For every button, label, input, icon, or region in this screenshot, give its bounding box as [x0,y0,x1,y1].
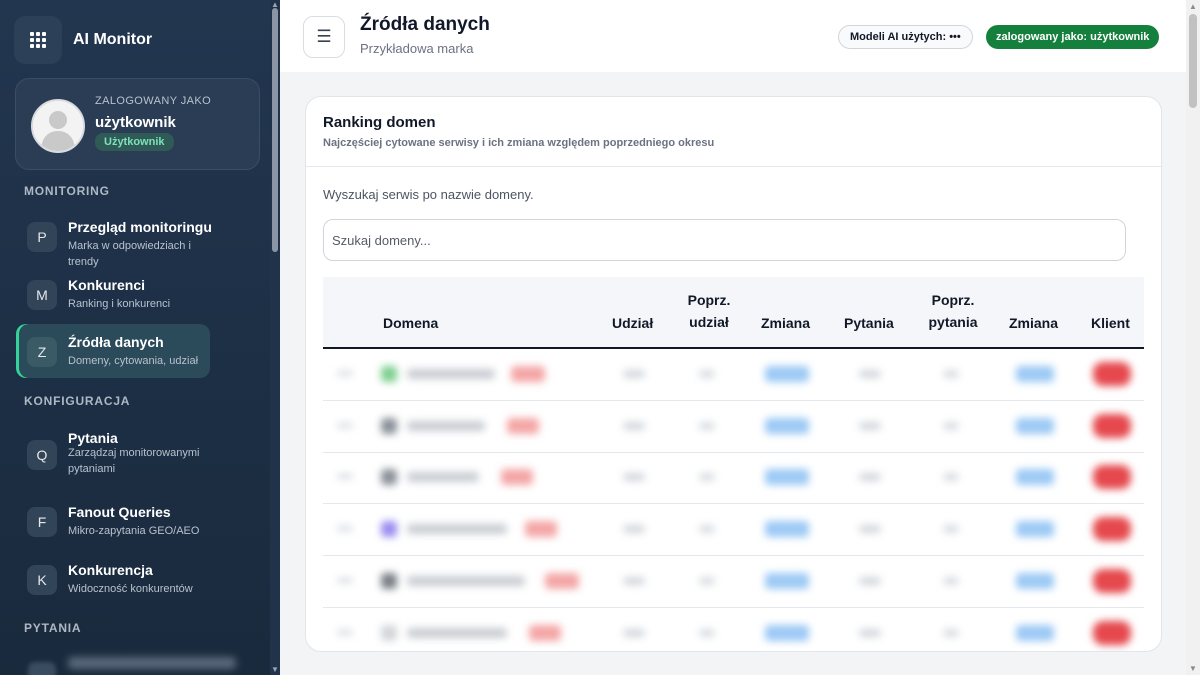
hamburger-icon: ☰ [316,27,332,46]
col-prev-questions-line2: pytania [928,314,978,330]
sidebar-item-questions[interactable]: Q Pytania Zarządzaj monitorowanymi pytan… [16,418,210,482]
col-prev-share-line2: udział [689,314,729,330]
section-monitoring: MONITORING [24,184,110,198]
page-title: Źródła danych [360,14,490,35]
sidebar-scroll-thumb[interactable] [272,8,278,252]
table-row[interactable] [323,401,1144,453]
sidebar-item-subtitle: Ranking i konkurenci [68,298,171,310]
domain-search-input[interactable] [323,219,1126,261]
blurred-nav-badge [28,662,56,675]
nav-badge: M [27,280,57,310]
nav-badge: P [27,222,57,252]
nav-badge: K [27,565,57,595]
col-prev-questions-line1: Poprz. [931,292,975,308]
table-row[interactable] [323,452,1144,504]
sidebar: AI Monitor ZALOGOWANY JAKO użytkownik Uż… [0,0,280,675]
user-silhouette-icon [33,101,83,151]
user-role-badge: Użytkownik [95,133,174,151]
apps-grid-icon[interactable] [15,17,61,63]
table-row[interactable] [323,608,1144,651]
sidebar-item-subtitle: Domeny, cytowania, udział [68,355,199,367]
scroll-up-icon[interactable]: ▲ [1189,2,1197,11]
section-questions: PYTANIA [24,621,82,635]
user-name: użytkownik [95,114,176,131]
card-subtitle: Najczęściej cytowane serwisy i ich zmian… [323,137,715,149]
sidebar-item-overview[interactable]: P Przegląd monitoringu Marka w odpowiedz… [16,209,212,268]
col-client[interactable]: Klient [1091,312,1130,334]
table-row[interactable] [323,504,1144,556]
domain-ranking-card: Ranking domen Najczęściej cytowane serwi… [305,96,1162,652]
sidebar-item-competitors[interactable]: M Konkurenci Ranking i konkurenci [16,267,210,321]
divider [306,166,1161,167]
scroll-down-icon[interactable]: ▼ [1189,664,1197,673]
scroll-up-icon[interactable]: ▲ [271,1,279,9]
col-change[interactable]: Zmiana [761,312,810,334]
sidebar-item-title: Konkurenci [68,277,146,293]
menu-toggle-button[interactable]: ☰ [303,16,345,58]
main-scroll-thumb[interactable] [1189,14,1197,108]
sidebar-item-data-sources[interactable]: Z Źródła danych Domeny, cytowania, udzia… [16,324,210,378]
logged-in-pill[interactable]: zalogowany jako: użytkownik [986,25,1160,49]
section-config: KONFIGURACJA [24,394,131,408]
scroll-down-icon[interactable]: ▼ [271,666,279,674]
col-prev-share-line1: Poprz. [687,292,731,308]
sidebar-item-title: Przegląd monitoringu [68,219,212,235]
nav-badge: Z [27,337,57,367]
sidebar-item-title: Źródła danych [68,334,164,350]
col-questions[interactable]: Pytania [844,312,894,334]
sidebar-item-title: Konkurencja [68,562,153,578]
sidebar-item-subtitle: Zarządzaj monitorowanymi pytaniami [68,447,200,475]
brand[interactable]: AI Monitor [15,17,152,63]
card-title: Ranking domen [323,114,436,131]
page-subtitle: Przykładowa marka [360,41,474,56]
models-used-pill[interactable]: Modeli AI użytych: ••• [838,25,973,49]
table-header: Domena Udział Poprz. udział Zmiana Pytan… [323,277,1144,349]
col-prev-share[interactable]: Poprz. udział [685,289,733,333]
search-hint: Wyszukaj serwis po nazwie domeny. [323,187,534,202]
top-header: ☰ Źródła danych Przykładowa marka Modeli… [280,0,1186,72]
col-prev-questions[interactable]: Poprz. pytania [926,289,980,333]
col-domain[interactable]: Domena [383,312,438,334]
sidebar-item-subtitle: Marka w odpowiedziach i trendy [68,240,191,268]
sidebar-item-fanout[interactable]: F Fanout Queries Mikro-zapytania GEO/AEO [16,494,210,548]
app-title: AI Monitor [73,31,153,48]
blurred-question-item[interactable] [68,657,236,669]
nav-badge: Q [27,440,57,470]
avatar [31,99,85,153]
sidebar-item-title: Fanout Queries [68,504,171,520]
user-card: ZALOGOWANY JAKO użytkownik Użytkownik [15,78,260,170]
col-change-questions[interactable]: Zmiana [1009,312,1058,334]
nav-badge: F [27,507,57,537]
user-caption: ZALOGOWANY JAKO [95,95,212,107]
table-row[interactable] [323,349,1144,401]
sidebar-item-subtitle: Mikro-zapytania GEO/AEO [68,525,200,537]
sidebar-item-title: Pytania [68,430,118,446]
sidebar-item-subtitle: Widoczność konkurentów [68,583,193,595]
table-row[interactable] [323,556,1144,608]
col-share[interactable]: Udział [612,312,653,334]
sidebar-item-competition[interactable]: K Konkurencja Widoczność konkurentów [16,552,210,606]
